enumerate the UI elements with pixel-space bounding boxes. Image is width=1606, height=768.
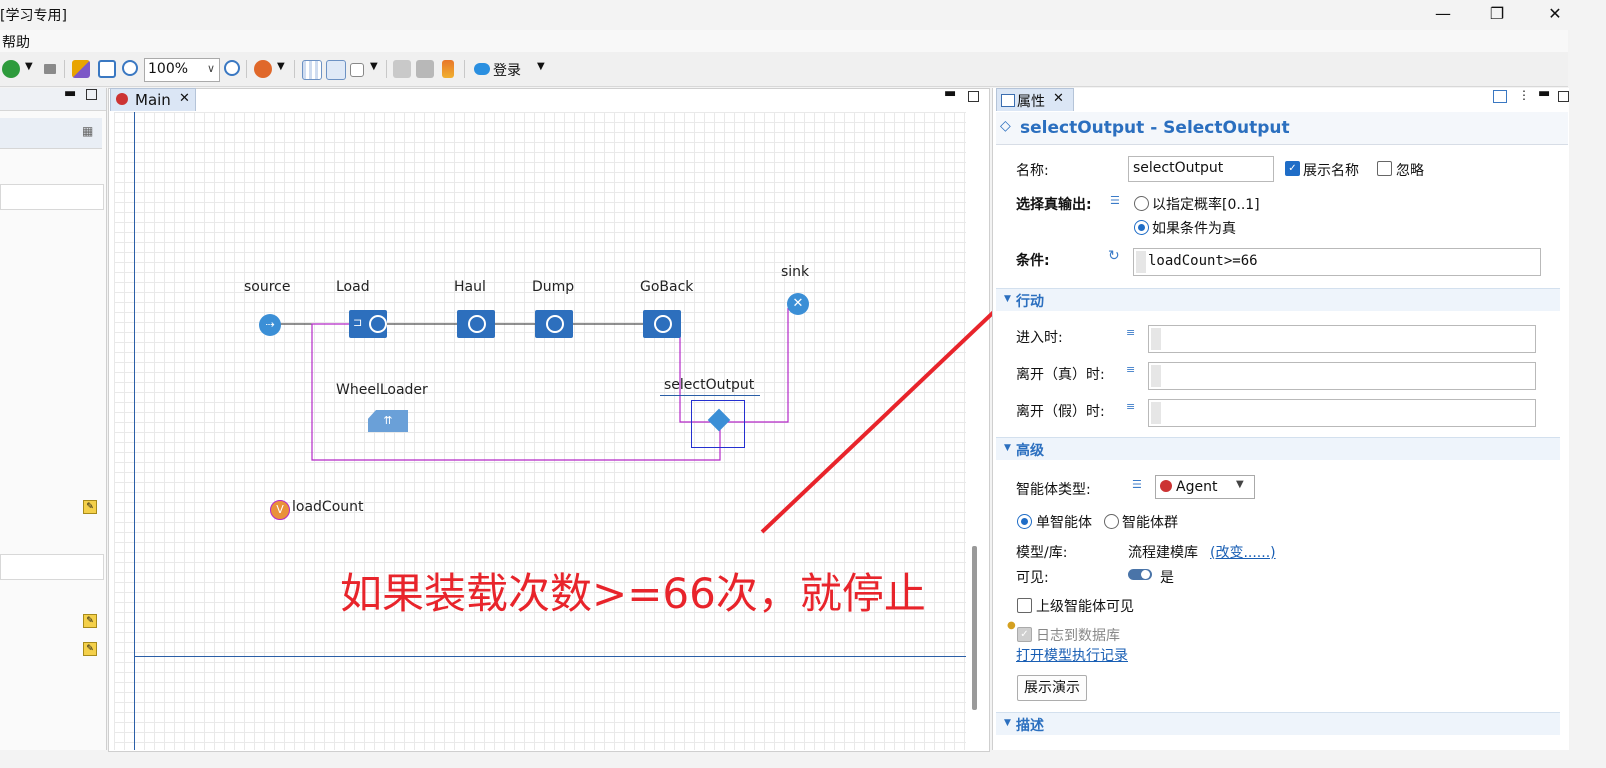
section-advanced-label: 高级 <box>1016 443 1044 459</box>
condition-field[interactable]: loadCount>=66 <box>1133 248 1541 276</box>
field-gutter <box>1151 365 1161 387</box>
static-value-icon[interactable]: ☰ <box>1110 194 1124 207</box>
single-agent-radio[interactable] <box>1017 514 1032 529</box>
condition-label: 条件: <box>1016 253 1050 269</box>
ignore-checkbox[interactable] <box>1377 161 1392 176</box>
condition-value: loadCount>=66 <box>1148 253 1258 269</box>
show-demo-button[interactable]: 展示演示 <box>1017 675 1087 701</box>
agent-type-label: 智能体类型: <box>1016 482 1091 498</box>
field-gutter <box>1136 251 1146 273</box>
select-true-label: 选择真输出: <box>1016 197 1092 213</box>
name-value: selectOutput <box>1133 160 1224 176</box>
change-link[interactable]: (改变......) <box>1210 542 1276 562</box>
chevron-down-icon: ▼ <box>1004 294 1011 304</box>
agent-population-radio[interactable] <box>1104 514 1119 529</box>
more-options-icon[interactable]: ⋮ <box>1518 88 1530 102</box>
static-value-icon[interactable]: ☰ <box>1132 478 1146 491</box>
single-agent-label: 单智能体 <box>1036 515 1092 531</box>
model-value: 流程建模库 <box>1128 545 1198 561</box>
condition-radio[interactable] <box>1134 220 1149 235</box>
section-description-label: 描述 <box>1016 718 1044 734</box>
properties-heading: selectOutput - SelectOutput <box>1020 118 1290 138</box>
field-gutter <box>1151 402 1161 424</box>
code-icon: ≡ <box>1126 400 1136 413</box>
probability-radio[interactable] <box>1134 196 1149 211</box>
name-label: 名称: <box>1016 163 1049 179</box>
section-description[interactable]: ▼ 描述 <box>996 712 1560 735</box>
new-window-icon[interactable] <box>1493 90 1507 103</box>
log-db-checkbox: ✓ <box>1017 627 1032 642</box>
visible-label: 可见: <box>1016 570 1049 586</box>
name-field[interactable]: selectOutput <box>1128 156 1274 182</box>
condition-option-label: 如果条件为真 <box>1152 221 1236 237</box>
parent-visible-label: 上级智能体可见 <box>1036 599 1134 615</box>
agent-icon <box>1160 480 1172 492</box>
chevron-down-icon: ▼ <box>1004 718 1011 728</box>
maximize-view-icon[interactable] <box>1558 91 1569 102</box>
close-tab-icon[interactable]: ✕ <box>1053 91 1064 106</box>
agent-population-label: 智能体群 <box>1122 515 1178 531</box>
model-label: 模型/库: <box>1016 545 1068 561</box>
visible-toggle[interactable] <box>1128 569 1152 580</box>
probability-label: 以指定概率[0..1] <box>1152 197 1260 213</box>
show-name-checkbox[interactable]: ✓ <box>1285 161 1300 176</box>
open-log-link[interactable]: 打开模型执行记录 <box>1016 645 1128 665</box>
agent-type-value: Agent <box>1176 479 1218 495</box>
tab-properties[interactable]: 属性 ✕ <box>996 88 1074 111</box>
toggle-knob <box>1141 570 1150 579</box>
chevron-down-icon: ▼ <box>1004 443 1011 453</box>
diamond-icon: ◇ <box>1000 118 1011 134</box>
section-actions-label: 行动 <box>1016 294 1044 310</box>
code-icon: ≡ <box>1126 363 1136 376</box>
chevron-down-icon: ▼ <box>1236 479 1244 490</box>
show-name-label: 展示名称 <box>1303 163 1359 179</box>
on-exit-false-field[interactable] <box>1148 399 1536 427</box>
agent-type-select[interactable]: Agent ▼ <box>1155 475 1255 499</box>
on-enter-label: 进入时: <box>1016 330 1063 346</box>
lightbulb-icon: ● <box>1007 620 1016 631</box>
section-actions[interactable]: ▼ 行动 <box>996 288 1560 311</box>
on-exit-false-label: 离开（假）时: <box>1016 404 1105 420</box>
minimize-view-icon[interactable]: ▬ <box>1538 86 1550 101</box>
tab-properties-label: 属性 <box>1017 94 1045 110</box>
code-icon: ≡ <box>1126 326 1136 339</box>
visible-value: 是 <box>1160 570 1174 586</box>
properties-icon <box>1001 94 1015 107</box>
on-enter-field[interactable] <box>1148 325 1536 353</box>
on-exit-true-field[interactable] <box>1148 362 1536 390</box>
ignore-label: 忽略 <box>1396 163 1424 179</box>
on-exit-true-label: 离开（真）时: <box>1016 367 1105 383</box>
section-advanced[interactable]: ▼ 高级 <box>996 437 1560 460</box>
dynamic-value-icon[interactable]: ↻ <box>1108 248 1120 264</box>
field-gutter <box>1151 328 1161 350</box>
parent-visible-checkbox[interactable] <box>1017 598 1032 613</box>
properties-heading-bar: ◇ selectOutput - SelectOutput <box>996 112 1568 145</box>
log-db-label: 日志到数据库 <box>1036 628 1120 644</box>
